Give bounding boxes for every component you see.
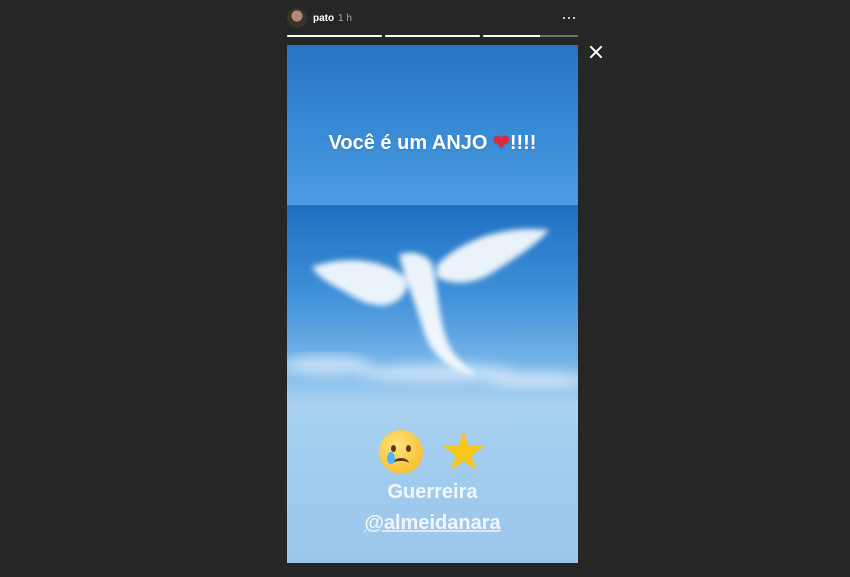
emoji-row (287, 428, 578, 475)
crying-face-icon (379, 430, 424, 475)
story-header: pato 1 h (287, 7, 578, 29)
mention-link[interactable]: @almeidanara (364, 512, 500, 534)
close-button[interactable] (589, 45, 603, 59)
more-options-button[interactable] (562, 10, 576, 24)
heart-icon: ❤ (493, 132, 510, 154)
timestamp: 1 h (338, 13, 352, 24)
username[interactable]: pato (313, 13, 334, 24)
glowing-star-icon (442, 430, 485, 471)
progress-segment (385, 35, 480, 37)
angel-cloud-image (287, 229, 578, 388)
headline-exclamations: !!!! (509, 132, 537, 154)
story-frame[interactable]: Você é um ANJO ❤!!!! Guerreira @almeidan… (287, 45, 578, 563)
story-progress (287, 35, 578, 37)
avatar[interactable] (287, 8, 307, 28)
caption-line: Guerreira (387, 481, 478, 503)
sky-background-top (287, 45, 578, 205)
progress-segment (483, 35, 578, 37)
headline-text: Você é um ANJO (328, 132, 494, 154)
story-headline: Você é um ANJO ❤!!!! (287, 130, 578, 155)
progress-segment (287, 35, 382, 37)
mention-caption: @almeidanara (287, 512, 578, 535)
